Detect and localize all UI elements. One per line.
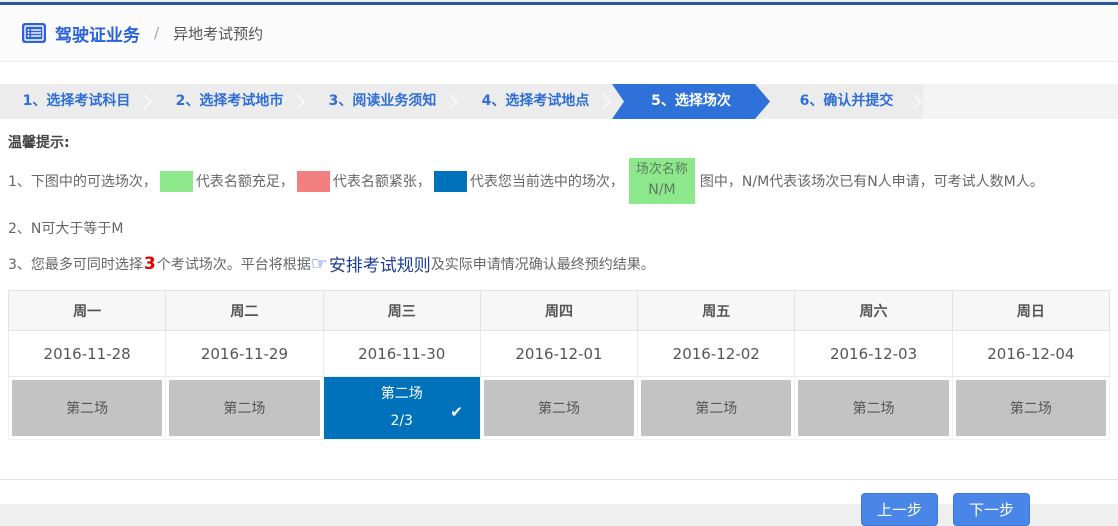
- step-tabs: 1、选择考试科目 2、选择考试地市 3、阅读业务须知 4、选择考试地点 5、选择…: [0, 84, 1118, 119]
- date-cell: 2016-11-29: [166, 331, 323, 377]
- date-cell: 2016-11-28: [9, 331, 166, 377]
- session-name: 第二场: [381, 381, 423, 408]
- legend-blue-swatch: [434, 171, 467, 192]
- tip-line-1: 1、下图中的可选场次， 代表名额充足， 代表名额紧张， 代表您当前选中的场次， …: [8, 158, 1110, 204]
- legend-green-swatch: [160, 171, 193, 192]
- tip1-green-label: 代表名额充足，: [196, 171, 294, 191]
- session-option-tue[interactable]: 第二场: [169, 380, 319, 436]
- list-icon: [22, 23, 46, 43]
- tab-step-5-active[interactable]: 5、选择场次: [612, 84, 770, 119]
- exam-rules-link-label: 安排考试规则: [329, 251, 431, 276]
- date-cell: 2016-12-04: [952, 331, 1109, 377]
- tips-section: 温馨提示: 1、下图中的可选场次， 代表名额充足， 代表名额紧张， 代表您当前选…: [0, 119, 1118, 276]
- tab-step-1[interactable]: 1、选择考试科目: [0, 84, 153, 119]
- exam-rules-link[interactable]: ☞ 安排考试规则: [311, 251, 431, 276]
- session-option-sun[interactable]: 第二场: [956, 380, 1106, 436]
- footer-actions: 上一步 下一步: [0, 480, 1118, 526]
- tip1-suffix: 图中，N/M代表该场次已有N人申请，可考试人数M人。: [700, 171, 1044, 191]
- weekday-header: 周二: [166, 291, 323, 331]
- tip3-prefix: 3、您最多可同时选择: [8, 254, 143, 274]
- tip-line-2: 2、N可大于等于M: [8, 218, 1110, 238]
- date-cell: 2016-12-02: [638, 331, 795, 377]
- date-row: 2016-11-28 2016-11-29 2016-11-30 2016-12…: [9, 331, 1110, 377]
- weekday-header: 周六: [795, 291, 952, 331]
- weekday-header: 周日: [952, 291, 1109, 331]
- tip-line-3: 3、您最多可同时选择 3 个考试场次。平台将根据 ☞ 安排考试规则 及实际申请情…: [8, 251, 1110, 276]
- weekday-header: 周四: [480, 291, 637, 331]
- next-step-button[interactable]: 下一步: [953, 493, 1030, 526]
- breadcrumb-separator: /: [154, 24, 159, 42]
- schedule-table: 周一 周二 周三 周四 周五 周六 周日 2016-11-28 2016-11-…: [8, 290, 1110, 440]
- page: 驾驶证业务 / 异地考试预约 1、选择考试科目 2、选择考试地市 3、阅读业务须…: [0, 2, 1118, 504]
- max-session-count: 3: [144, 254, 156, 274]
- weekday-header: 周三: [323, 291, 480, 331]
- tab-step-3[interactable]: 3、阅读业务须知: [306, 84, 459, 119]
- weekday-header-row: 周一 周二 周三 周四 周五 周六 周日: [9, 291, 1110, 331]
- tip1-red-label: 代表名额紧张，: [333, 171, 431, 191]
- breadcrumb-section[interactable]: 驾驶证业务: [55, 21, 140, 46]
- weekday-header: 周五: [638, 291, 795, 331]
- tip1-prefix: 1、下图中的可选场次，: [8, 171, 157, 191]
- check-icon: ✔: [450, 398, 463, 427]
- session-ratio: 2/3: [390, 408, 413, 435]
- legend-sample-cell: 场次名称 N/M: [629, 158, 695, 204]
- date-cell: 2016-11-30: [323, 331, 480, 377]
- prev-step-button[interactable]: 上一步: [861, 493, 938, 526]
- session-option-fri[interactable]: 第二场: [641, 380, 791, 436]
- sample-session-name: 场次名称: [636, 160, 688, 180]
- session-option-thu[interactable]: 第二场: [484, 380, 634, 436]
- date-cell: 2016-12-03: [795, 331, 952, 377]
- page-title: 异地考试预约: [173, 23, 263, 44]
- sample-ratio: N/M: [648, 180, 675, 202]
- tip3-middle: 个考试场次。平台将根据: [157, 254, 311, 274]
- tips-title: 温馨提示:: [8, 132, 1110, 152]
- breadcrumb: 驾驶证业务 / 异地考试预约: [0, 5, 1118, 62]
- tip1-blue-label: 代表您当前选中的场次，: [470, 171, 624, 191]
- legend-red-swatch: [297, 171, 330, 192]
- weekday-header: 周一: [9, 291, 166, 331]
- hand-pointer-icon: ☞: [311, 253, 328, 275]
- tab-step-6[interactable]: 6、确认并提交: [770, 84, 923, 119]
- tab-step-4[interactable]: 4、选择考试地点: [459, 84, 612, 119]
- step-tabs-filler: [923, 84, 1118, 119]
- session-row: 第二场 第二场 第二场 2/3 ✔ 第二场 第二场 第二场 第二场: [9, 377, 1110, 440]
- tip3-suffix: 及实际申请情况确认最终预约结果。: [431, 254, 655, 274]
- tab-step-2[interactable]: 2、选择考试地市: [153, 84, 306, 119]
- date-cell: 2016-12-01: [480, 331, 637, 377]
- session-option-wed-selected[interactable]: 第二场 2/3 ✔: [324, 377, 480, 439]
- session-option-mon[interactable]: 第二场: [12, 380, 162, 436]
- session-option-sat[interactable]: 第二场: [798, 380, 948, 436]
